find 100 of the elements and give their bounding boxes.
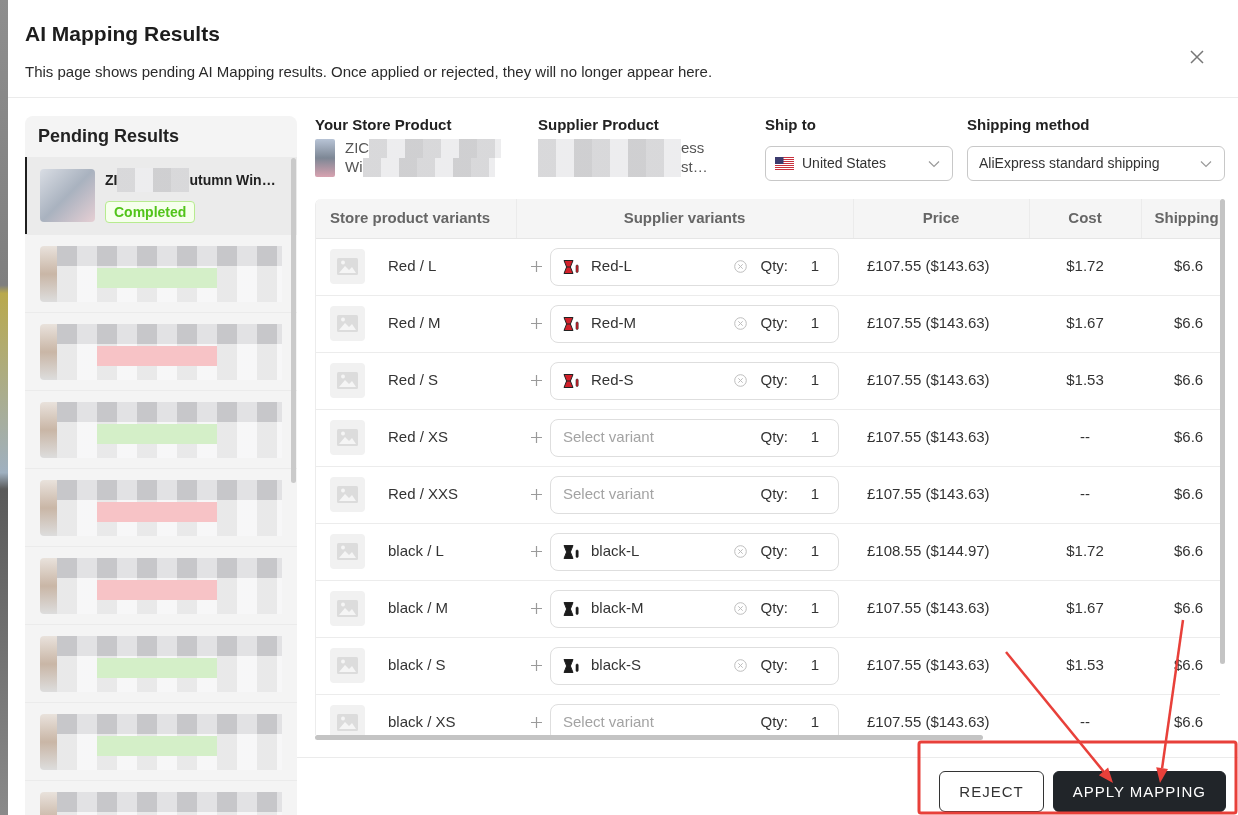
cost: --: [1080, 428, 1090, 446]
shipping-cost: $6.6: [1174, 485, 1204, 503]
price: £107.55 ($143.63): [867, 656, 990, 674]
clear-icon[interactable]: [734, 317, 748, 330]
qty-field[interactable]: 1: [804, 369, 826, 392]
scrollbar[interactable]: [315, 735, 983, 740]
variant-picker[interactable]: Red-M Qty: 1: [550, 304, 839, 343]
clear-icon[interactable]: [734, 374, 748, 387]
product-photo: [40, 713, 57, 770]
qty-field[interactable]: 1: [804, 483, 826, 506]
variant-name: Red / XS: [388, 427, 449, 448]
qty-field[interactable]: 1: [804, 312, 826, 335]
image-placeholder-icon: [330, 249, 365, 284]
qty-field[interactable]: 1: [804, 711, 826, 734]
scrollbar[interactable]: [291, 158, 296, 483]
price: £107.55 ($143.63): [867, 428, 990, 446]
add-icon[interactable]: [531, 375, 542, 386]
chevron-down-icon: [1200, 159, 1212, 168]
qty-label: Qty:: [760, 712, 788, 733]
cost: $1.72: [1066, 257, 1104, 275]
image-placeholder-icon: [330, 534, 365, 569]
variant-name: black / S: [388, 655, 446, 676]
add-icon[interactable]: [531, 261, 542, 272]
product-name: st…: [681, 157, 708, 178]
section-label: Supplier Product: [538, 116, 660, 134]
clear-icon[interactable]: [734, 260, 748, 273]
add-icon[interactable]: [531, 603, 542, 614]
image-placeholder-icon: [330, 477, 365, 512]
image-placeholder-icon: [330, 420, 365, 455]
item-title: utumn Win…: [189, 171, 276, 190]
add-icon[interactable]: [531, 489, 542, 500]
apply-mapping-button[interactable]: APPLY MAPPING: [1052, 771, 1226, 812]
flag-icon: [775, 157, 794, 170]
product-photo: [40, 557, 57, 614]
clear-icon[interactable]: [734, 602, 748, 615]
product-name: Wi: [345, 157, 363, 178]
variant-picker[interactable]: black-M Qty: 1: [550, 589, 839, 628]
shipping-cost: $6.6: [1174, 257, 1204, 275]
qty-label: Qty:: [760, 313, 788, 334]
qty-field[interactable]: 1: [804, 597, 826, 620]
variant-name: black / M: [388, 598, 448, 619]
scrollbar[interactable]: [1220, 199, 1225, 664]
shipping-method-select[interactable]: AliExpress standard shipping: [967, 146, 1225, 181]
qty-field[interactable]: 1: [804, 654, 826, 677]
column-header: Shipping: [1141, 199, 1220, 238]
add-icon[interactable]: [531, 660, 542, 671]
variant-picker[interactable]: Red-L Qty: 1: [550, 247, 839, 286]
add-icon[interactable]: [531, 717, 542, 728]
chevron-down-icon: [928, 159, 940, 168]
price: £108.55 ($144.97): [867, 542, 990, 560]
variant-picker[interactable]: Select variant Qty: 1: [550, 475, 839, 514]
column-header: Supplier variants: [516, 199, 853, 238]
product-photo: [40, 635, 57, 692]
shipping-cost: $6.6: [1174, 599, 1204, 617]
dialog-title: AI Mapping Results: [25, 21, 221, 46]
pending-result-item[interactable]: ZI utumn Win… Completed: [25, 157, 297, 235]
qty-field[interactable]: 1: [804, 540, 826, 563]
item-title: ZI: [105, 171, 118, 190]
cost: $1.67: [1066, 314, 1104, 332]
price: £107.55 ($143.63): [867, 713, 990, 731]
variant-picker[interactable]: Red-S Qty: 1: [550, 361, 839, 400]
shipping-cost: $6.6: [1174, 428, 1204, 446]
variant-name: Red / XXS: [388, 484, 459, 505]
variant-name: black / XS: [388, 712, 456, 733]
variant-picker[interactable]: black-S Qty: 1: [550, 646, 839, 685]
reject-button[interactable]: REJECT: [939, 771, 1044, 812]
variant-name: black / L: [388, 541, 444, 562]
add-icon[interactable]: [531, 432, 542, 443]
cost: $1.67: [1066, 599, 1104, 617]
variant-name: Red / S: [388, 370, 439, 391]
price: £107.55 ($143.63): [867, 257, 990, 275]
variant-picker[interactable]: black-L Qty: 1: [550, 532, 839, 571]
clear-icon[interactable]: [734, 545, 748, 558]
cost: $1.53: [1066, 656, 1104, 674]
cost: $1.72: [1066, 542, 1104, 560]
close-button[interactable]: [1190, 50, 1204, 64]
variant-name: Red / L: [388, 256, 437, 277]
qty-field[interactable]: 1: [804, 426, 826, 449]
dialog-description: This page shows pending AI Mapping results. Once applied or rejected, they will no longer appear here.: [25, 63, 713, 81]
status-badge: Completed: [105, 201, 196, 223]
image-placeholder-icon: [330, 306, 365, 341]
product-photo: [315, 139, 335, 177]
variant-picker[interactable]: Select variant Qty: 1: [550, 703, 839, 735]
ship-to-select[interactable]: United States: [765, 146, 953, 181]
cost: $1.53: [1066, 371, 1104, 389]
cost: --: [1080, 713, 1090, 731]
product-photo: [40, 169, 95, 222]
add-icon[interactable]: [531, 546, 542, 557]
section-label: Your Store Product: [315, 116, 453, 134]
product-photo: [40, 479, 57, 536]
shipping-cost: $6.6: [1174, 314, 1204, 332]
qty-label: Qty:: [760, 484, 788, 505]
add-icon[interactable]: [531, 318, 542, 329]
qty-field[interactable]: 1: [804, 255, 826, 278]
qty-label: Qty:: [760, 256, 788, 277]
section-label: Ship to: [765, 116, 817, 134]
qty-label: Qty:: [760, 370, 788, 391]
clear-icon[interactable]: [734, 659, 748, 672]
variant-picker[interactable]: Select variant Qty: 1: [550, 418, 839, 457]
qty-label: Qty:: [760, 427, 788, 448]
